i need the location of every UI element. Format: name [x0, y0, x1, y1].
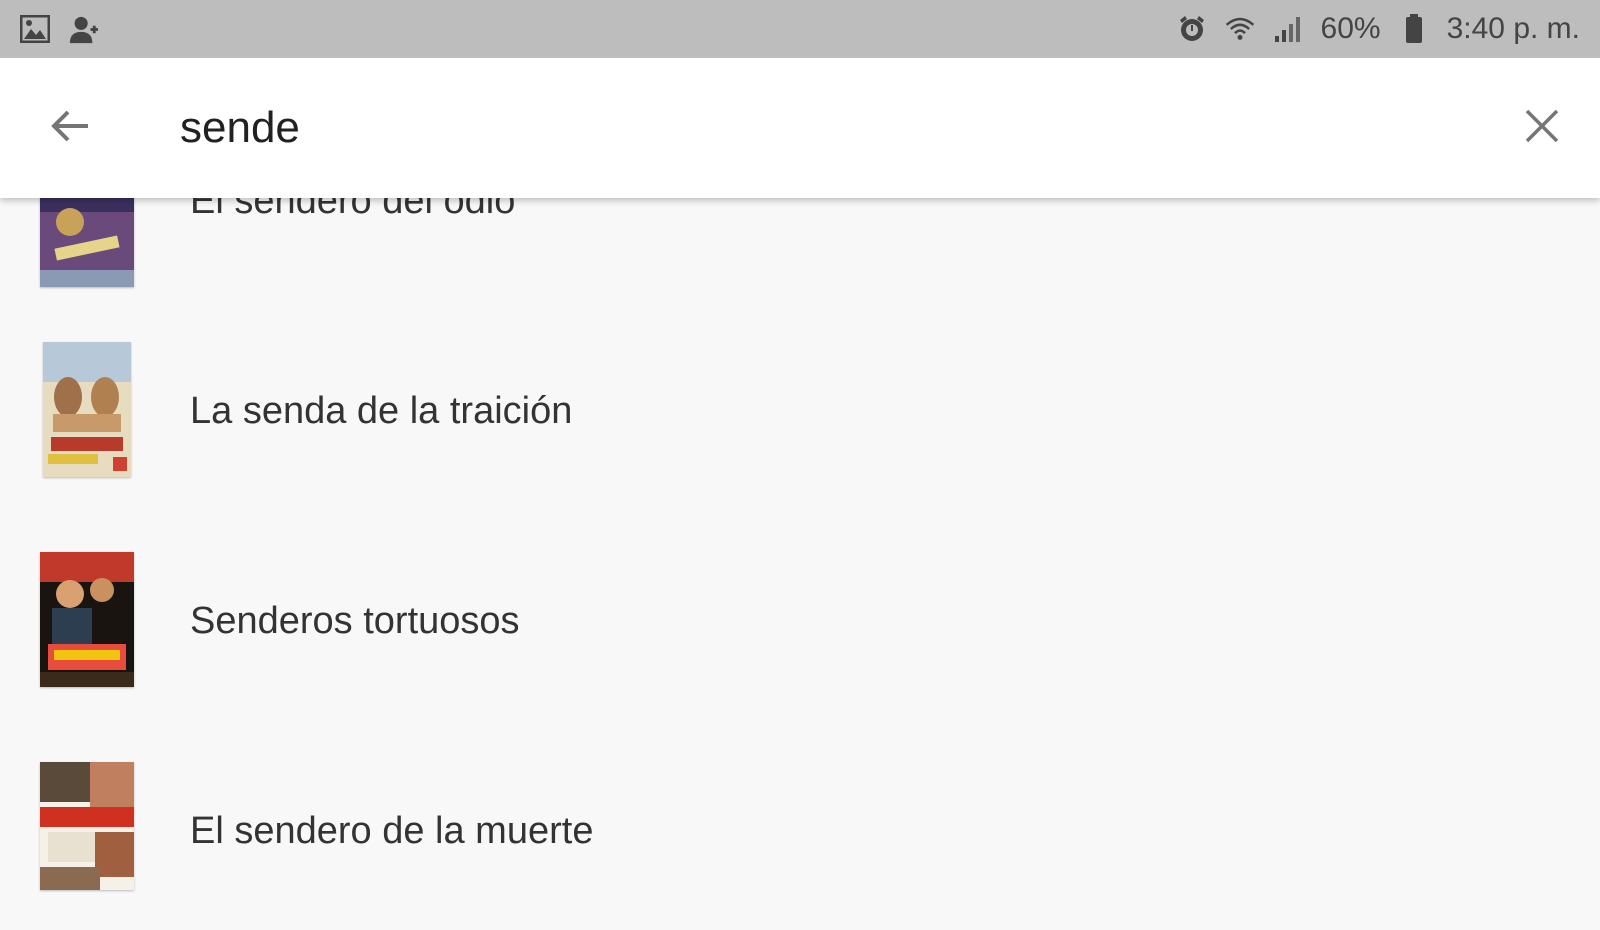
result-item-senda-de-la-traicion[interactable]: La senda de la traición	[0, 330, 1600, 510]
clock: 3:40 p. m.	[1446, 12, 1580, 45]
battery-icon	[1399, 14, 1429, 44]
poster-thumbnail	[40, 552, 134, 687]
battery-percent: 60%	[1320, 12, 1381, 45]
result-title: La senda de la traición	[190, 390, 573, 432]
search-input[interactable]	[180, 98, 1380, 158]
clear-search-button[interactable]	[1512, 98, 1572, 158]
search-bar	[0, 58, 1600, 198]
close-icon	[1524, 108, 1560, 149]
wifi-icon	[1225, 14, 1255, 44]
image-icon	[20, 14, 50, 44]
result-item-sendero-de-la-muerte[interactable]: El sendero de la muerte	[0, 750, 1600, 930]
alarm-icon	[1177, 14, 1207, 44]
result-title: Senderos tortuosos	[190, 600, 520, 642]
signal-icon	[1273, 14, 1303, 44]
back-button[interactable]	[40, 98, 100, 158]
status-bar-right: 60% 3:40 p. m.	[1177, 12, 1580, 46]
arrow-left-icon	[48, 104, 92, 153]
poster-thumbnail	[43, 342, 131, 477]
result-item-senderos-tortuosos[interactable]: Senderos tortuosos	[0, 540, 1600, 720]
poster-thumbnail	[40, 762, 134, 890]
status-bar: 60% 3:40 p. m.	[0, 0, 1600, 58]
status-bar-left	[20, 14, 98, 44]
result-title: El sendero de la muerte	[190, 810, 594, 852]
person-add-icon	[68, 14, 98, 44]
